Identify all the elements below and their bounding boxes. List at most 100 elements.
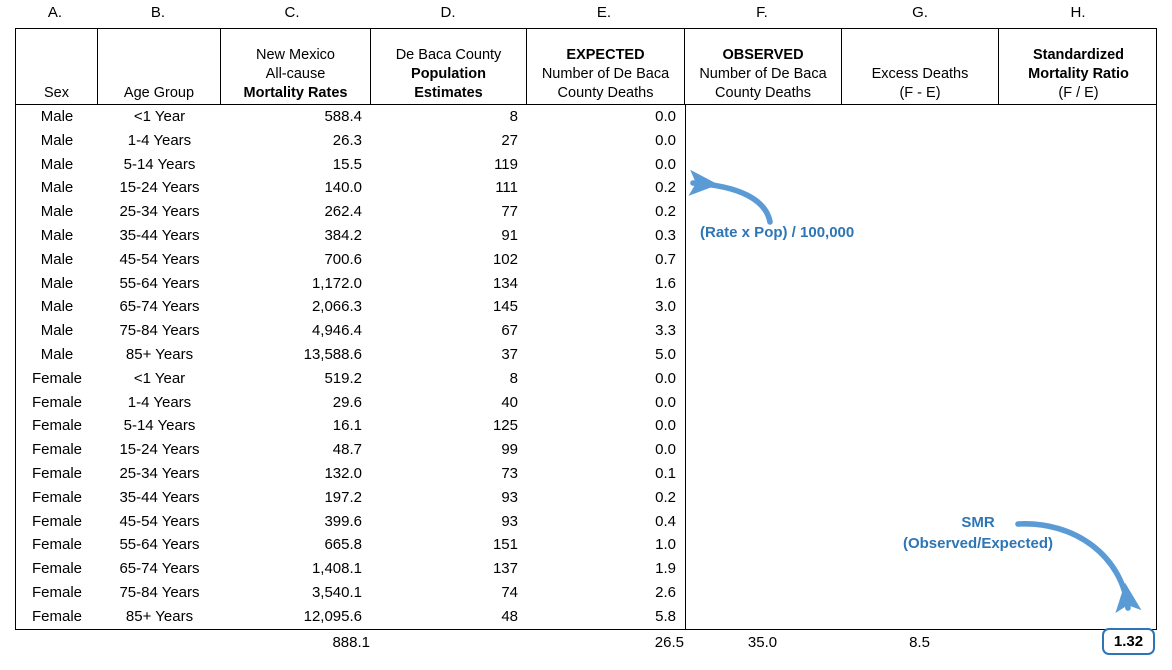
cell-age-group: 45-54 Years bbox=[119, 512, 200, 530]
cell-age-group: 55-64 Years bbox=[119, 536, 200, 554]
cell-mortality-rate: 519.2 bbox=[324, 369, 362, 387]
cell-sex: Male bbox=[40, 131, 74, 149]
cell-expected: 5.8 bbox=[655, 607, 676, 625]
cell-mortality-rate: 399.6 bbox=[324, 512, 362, 530]
cell-mortality-rate: 2,066.3 bbox=[311, 298, 362, 316]
cell-sex: Male bbox=[40, 322, 74, 340]
table-row: Female <1 Year 519.2 8 0.0 bbox=[16, 367, 1156, 391]
cell-sex: Female bbox=[31, 512, 83, 530]
cell-age-group: 5-14 Years bbox=[123, 155, 196, 173]
cell-expected: 0.2 bbox=[655, 203, 676, 221]
header-line: (F / E) bbox=[1058, 85, 1099, 101]
table-row: Female 15-24 Years 48.7 99 0.0 bbox=[16, 438, 1156, 462]
header-line: Estimates bbox=[414, 85, 483, 101]
cell-expected: 1.0 bbox=[655, 536, 676, 554]
cell-expected: 0.0 bbox=[655, 369, 676, 387]
cell-population: 93 bbox=[501, 512, 518, 530]
cell-age-group: 65-74 Years bbox=[119, 560, 200, 578]
cell-mortality-rate: 3,540.1 bbox=[311, 584, 362, 601]
column-letter-e: E. bbox=[596, 4, 612, 21]
cell-sex: Female bbox=[31, 465, 83, 482]
cell-sex: Female bbox=[31, 560, 83, 578]
cell-mortality-rate: 665.8 bbox=[324, 536, 362, 554]
cell-population: 74 bbox=[501, 584, 518, 601]
header-line: Number of De Baca bbox=[699, 66, 827, 82]
header-line: All-cause bbox=[265, 66, 326, 82]
header-line: Mortality Ratio bbox=[1028, 66, 1129, 82]
cell-population: 67 bbox=[501, 322, 518, 340]
cell-mortality-rate: 26.3 bbox=[332, 131, 362, 149]
cell-expected: 0.3 bbox=[655, 227, 676, 244]
cell-sex: Female bbox=[31, 607, 83, 625]
cell-age-group: 35-44 Years bbox=[119, 227, 200, 244]
cell-population: 91 bbox=[501, 227, 518, 244]
header-line: Sex bbox=[44, 85, 69, 101]
header-cell-population-estimates: De Baca County Population Estimates bbox=[371, 29, 527, 105]
smr-annotation-title: SMR bbox=[961, 514, 995, 531]
header-line bbox=[157, 46, 161, 65]
cell-age-group: 85+ Years bbox=[125, 346, 194, 363]
column-letter-f: F. bbox=[756, 4, 768, 21]
cell-mortality-rate: 1,408.1 bbox=[311, 560, 362, 578]
table-row: Female 35-44 Years 197.2 93 0.2 bbox=[16, 486, 1156, 510]
table-row: Male <1 Year 588.4 8 0.0 bbox=[16, 105, 1156, 129]
header-line bbox=[918, 46, 922, 65]
table-row: Female 75-84 Years 3,540.1 74 2.6 bbox=[16, 581, 1156, 605]
table-row: Male 85+ Years 13,588.6 37 5.0 bbox=[16, 343, 1156, 367]
cell-population: 37 bbox=[501, 346, 518, 363]
cell-population: 73 bbox=[501, 465, 518, 482]
cell-sex: Male bbox=[40, 346, 74, 363]
cell-expected: 0.4 bbox=[655, 512, 676, 530]
cell-population: 93 bbox=[501, 488, 518, 506]
cell-mortality-rate: 262.4 bbox=[324, 203, 362, 221]
cell-sex: Female bbox=[31, 488, 83, 506]
cell-age-group: 35-44 Years bbox=[119, 488, 200, 506]
header-line: Standardized bbox=[1032, 47, 1125, 63]
table-row: Male 55-64 Years 1,172.0 134 1.6 bbox=[16, 272, 1156, 296]
cell-sex: Female bbox=[31, 584, 83, 601]
cell-expected: 0.0 bbox=[655, 441, 676, 459]
cell-sex: Male bbox=[40, 203, 74, 221]
cell-age-group: 15-24 Years bbox=[119, 441, 200, 459]
cell-expected: 0.0 bbox=[655, 417, 676, 435]
table-row: Male 5-14 Years 15.5 119 0.0 bbox=[16, 153, 1156, 177]
cell-expected: 0.0 bbox=[655, 155, 676, 173]
totals-row: 888.1 26.5 35.0 8.5 bbox=[15, 630, 1157, 656]
cell-population: 145 bbox=[492, 298, 518, 316]
header-line: De Baca County bbox=[395, 47, 502, 63]
cell-age-group: 75-84 Years bbox=[119, 322, 200, 340]
cell-population: 111 bbox=[495, 179, 518, 197]
cell-age-group: 1-4 Years bbox=[127, 131, 192, 149]
total-mortality-rate: 888.1 bbox=[332, 634, 370, 651]
cell-population: 8 bbox=[509, 108, 518, 125]
cell-population: 99 bbox=[501, 441, 518, 459]
header-cell-age-group: Age Group bbox=[98, 29, 221, 105]
table-row: Female 1-4 Years 29.6 40 0.0 bbox=[16, 391, 1156, 415]
cell-sex: Female bbox=[31, 417, 83, 435]
header-cell-expected-deaths: EXPECTED Number of De Baca County Deaths bbox=[527, 29, 685, 105]
header-cell-smr: Standardized Mortality Ratio (F / E) bbox=[999, 29, 1158, 105]
header-cell-sex: Sex bbox=[16, 29, 98, 105]
header-line: County Deaths bbox=[715, 85, 811, 101]
cell-sex: Male bbox=[40, 250, 74, 268]
cell-population: 102 bbox=[492, 250, 518, 268]
cell-age-group: 25-34 Years bbox=[119, 203, 200, 221]
total-expected: 26.5 bbox=[654, 634, 684, 651]
table-row: Male 15-24 Years 140.0 111 0.2 bbox=[16, 176, 1156, 200]
header-line bbox=[54, 65, 58, 84]
cell-sex: Male bbox=[40, 227, 74, 244]
cell-expected: 1.6 bbox=[655, 274, 676, 292]
table-row: Male 65-74 Years 2,066.3 145 3.0 bbox=[16, 295, 1156, 319]
expected-formula-annotation: (Rate x Pop) / 100,000 bbox=[700, 224, 855, 241]
cell-mortality-rate: 48.7 bbox=[332, 441, 362, 459]
total-excess-deaths: 8.5 bbox=[909, 634, 930, 651]
total-observed: 35.0 bbox=[747, 634, 778, 651]
cell-sex: Female bbox=[31, 393, 83, 411]
column-letter-c: C. bbox=[284, 4, 300, 21]
cell-population: 8 bbox=[509, 369, 518, 387]
cell-mortality-rate: 1,172.0 bbox=[311, 274, 362, 292]
header-cell-mortality-rates: New Mexico All-cause Mortality Rates bbox=[221, 29, 371, 105]
cell-mortality-rate: 4,946.4 bbox=[311, 322, 362, 340]
cell-mortality-rate: 197.2 bbox=[324, 488, 362, 506]
header-line: New Mexico bbox=[256, 47, 335, 63]
